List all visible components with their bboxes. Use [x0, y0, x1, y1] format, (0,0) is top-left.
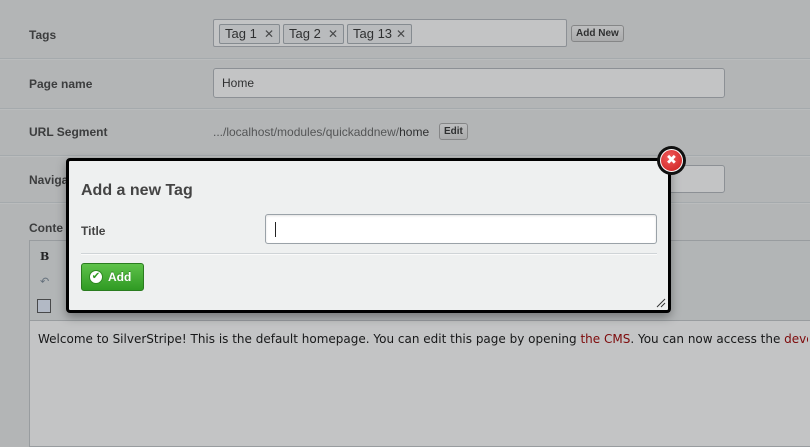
title-field-label: Title — [81, 224, 106, 238]
close-dialog-button[interactable]: ✖ — [657, 146, 686, 175]
add-tag-dialog: Add a new Tag Title ✔ Add ✖ — [66, 146, 686, 313]
close-icon: ✖ — [660, 149, 683, 172]
resize-grip-icon[interactable] — [656, 298, 666, 308]
checkmark-icon: ✔ — [89, 270, 103, 284]
add-button[interactable]: ✔ Add — [81, 263, 144, 291]
title-input[interactable] — [265, 214, 657, 244]
text-caret — [275, 222, 276, 237]
dialog-divider — [81, 253, 657, 254]
add-button-label: Add — [108, 270, 132, 284]
dialog-title: Add a new Tag — [81, 182, 193, 199]
